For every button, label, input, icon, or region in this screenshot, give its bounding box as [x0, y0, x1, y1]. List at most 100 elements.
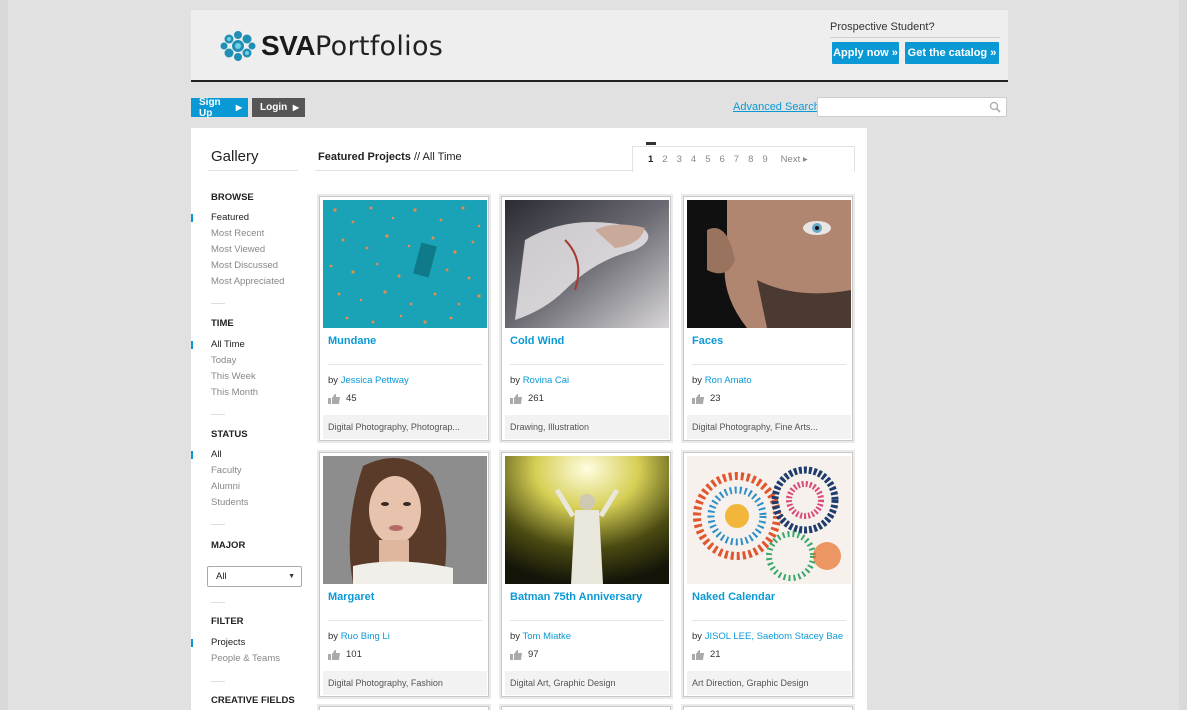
- page-link-8[interactable]: 8: [748, 154, 753, 165]
- divider: [328, 364, 482, 365]
- prospective-student-label: Prospective Student?: [830, 21, 1000, 38]
- sidebar-item-students[interactable]: Students: [211, 497, 249, 508]
- page-link-3[interactable]: 3: [677, 154, 682, 165]
- featured-projects-heading: Featured Projects // All Time: [318, 151, 462, 163]
- sidebar-item-most-viewed[interactable]: Most Viewed: [211, 244, 265, 255]
- author-link[interactable]: Tom Miatke: [523, 631, 572, 642]
- login-label: Login: [260, 102, 288, 113]
- likes-value: 261: [528, 393, 544, 404]
- page-link-7[interactable]: 7: [734, 154, 739, 165]
- divider: [315, 170, 632, 171]
- project-thumbnail[interactable]: [687, 456, 851, 584]
- major-heading: MAJOR: [211, 540, 246, 551]
- project-fields: Digital Photography, Fashion: [323, 671, 487, 695]
- project-title[interactable]: Mundane: [328, 335, 376, 347]
- sign-up-button[interactable]: Sign Up ▶: [191, 97, 248, 119]
- next-page-link[interactable]: Next ▸: [781, 154, 808, 165]
- divider: [211, 414, 225, 415]
- project-thumbnail[interactable]: [505, 456, 669, 584]
- project-title[interactable]: Naked Calendar: [692, 591, 775, 603]
- sidebar-item-today[interactable]: Today: [211, 355, 236, 366]
- site-logo[interactable]: SVA Portfolios: [219, 26, 443, 66]
- main-panel: Gallery Featured Projects // All Time 1 …: [190, 128, 867, 710]
- sidebar-item-featured[interactable]: Featured: [190, 212, 249, 223]
- thumbs-up-icon: [692, 649, 704, 660]
- project-card[interactable]: [319, 706, 489, 710]
- sidebar-item-alumni[interactable]: Alumni: [211, 481, 240, 492]
- page-link-1[interactable]: 1: [645, 142, 657, 165]
- page-link-9[interactable]: 9: [762, 154, 767, 165]
- project-thumbnail[interactable]: [505, 200, 669, 328]
- thumbs-up-icon: [328, 393, 340, 404]
- thumbs-up-icon: [510, 393, 522, 404]
- project-title[interactable]: Batman 75th Anniversary: [510, 591, 642, 603]
- sidebar-item-faculty[interactable]: Faculty: [211, 465, 242, 476]
- portrait-photo-image: [687, 200, 851, 328]
- sidebar-item-most-discussed[interactable]: Most Discussed: [211, 260, 278, 271]
- page-link-6[interactable]: 6: [719, 154, 724, 165]
- project-card[interactable]: Faces by Ron Amato 23 Digital Photograph…: [683, 196, 853, 441]
- dotted-pattern-image: [323, 200, 487, 328]
- author-link[interactable]: Ron Amato: [705, 375, 752, 386]
- project-author-line: by Ron Amato: [692, 375, 752, 386]
- project-card[interactable]: Naked Calendar by JISOL LEE, Saebom Stac…: [683, 452, 853, 697]
- page-link-4[interactable]: 4: [691, 154, 696, 165]
- logo-text: Portfolios: [315, 30, 444, 62]
- project-thumbnail[interactable]: [687, 200, 851, 328]
- sidebar-item-most-recent[interactable]: Most Recent: [211, 228, 264, 239]
- arrow-right-icon: ▶: [292, 103, 299, 112]
- project-card[interactable]: Mundane by Jessica Pettway 45 Digital Ph…: [319, 196, 489, 441]
- appreciations-count: 101: [328, 649, 362, 660]
- apply-now-button[interactable]: Apply now »: [832, 42, 899, 64]
- sidebar-item-projects[interactable]: Projects: [190, 637, 245, 648]
- divider: [510, 364, 664, 365]
- by-label: by: [510, 375, 521, 386]
- divider: [692, 620, 846, 621]
- by-label: by: [328, 631, 339, 642]
- page-link-2[interactable]: 2: [662, 154, 667, 165]
- sidebar-item-people-teams[interactable]: People & Teams: [211, 653, 280, 664]
- project-card[interactable]: [683, 706, 853, 710]
- sidebar-item-this-week[interactable]: This Week: [211, 371, 256, 382]
- sidebar-item-most-appreciated[interactable]: Most Appreciated: [211, 276, 284, 287]
- project-author-line: by JISOL LEE, Saebom Stacey Bae: [692, 631, 843, 642]
- project-thumbnail[interactable]: [323, 200, 487, 328]
- sidebar-item-all[interactable]: All: [191, 449, 222, 460]
- search-input[interactable]: [817, 97, 1007, 117]
- advanced-search-link[interactable]: Advanced Search: [733, 101, 820, 113]
- project-card[interactable]: Margaret by Ruo Bing Li 101 Digital Phot…: [319, 452, 489, 697]
- author-link[interactable]: JISOL LEE, Saebom Stacey Bae: [705, 631, 844, 642]
- project-title[interactable]: Cold Wind: [510, 335, 564, 347]
- login-button[interactable]: Login ▶: [252, 98, 305, 117]
- appreciations-count: 45: [328, 393, 357, 404]
- arrow-right-icon: ▶: [235, 103, 242, 112]
- project-title[interactable]: Faces: [692, 335, 723, 347]
- author-link[interactable]: Rovina Cai: [523, 375, 569, 386]
- thumbs-up-icon: [510, 649, 522, 660]
- page-link-5[interactable]: 5: [705, 154, 710, 165]
- likes-value: 21: [710, 649, 721, 660]
- project-card[interactable]: [501, 706, 671, 710]
- sidebar-item-all-time[interactable]: All Time: [191, 339, 245, 350]
- author-link[interactable]: Jessica Pettway: [341, 375, 409, 386]
- project-card[interactable]: Cold Wind by Rovina Cai 261 Drawing, Ill…: [501, 196, 671, 441]
- divider: [328, 620, 482, 621]
- project-title[interactable]: Margaret: [328, 591, 374, 603]
- by-label: by: [328, 375, 339, 386]
- project-card[interactable]: Batman 75th Anniversary by Tom Miatke 97…: [501, 452, 671, 697]
- illustration-image: [505, 200, 669, 328]
- project-fields: Digital Photography, Photograp...: [323, 415, 487, 439]
- major-select[interactable]: All ▼: [207, 566, 302, 587]
- divider: [211, 303, 225, 304]
- browse-heading: BROWSE: [211, 192, 254, 203]
- sidebar-item-this-month[interactable]: This Month: [211, 387, 258, 398]
- time-heading: TIME: [211, 318, 234, 329]
- flower-logo-icon: [220, 31, 256, 61]
- project-thumbnail[interactable]: [323, 456, 487, 584]
- get-catalog-button[interactable]: Get the catalog »: [905, 42, 999, 64]
- search-icon[interactable]: [989, 101, 1001, 113]
- author-link[interactable]: Ruo Bing Li: [341, 631, 390, 642]
- appreciations-count: 97: [510, 649, 539, 660]
- abstract-art-image: [687, 456, 851, 584]
- creative-fields-heading: CREATIVE FIELDS: [211, 695, 295, 706]
